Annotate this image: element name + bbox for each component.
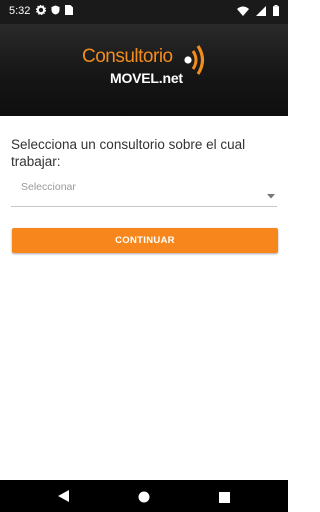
signal-icon bbox=[256, 5, 266, 19]
continue-button[interactable]: CONTINUAR bbox=[12, 228, 278, 253]
navigation-bar bbox=[0, 480, 288, 512]
logo-text-movel: MOVEL.net bbox=[110, 70, 183, 86]
home-icon[interactable] bbox=[138, 490, 150, 508]
status-bar: 5:32 bbox=[0, 0, 288, 24]
app-header: Consultorio MOVEL.net bbox=[0, 24, 288, 116]
gear-icon bbox=[35, 4, 47, 18]
dropdown-caret-icon bbox=[267, 186, 275, 204]
wifi-icon bbox=[237, 6, 249, 19]
shield-icon bbox=[51, 5, 60, 18]
logo-text-consultorio: Consultorio bbox=[82, 46, 173, 67]
sim-card-icon bbox=[65, 5, 73, 18]
battery-icon bbox=[273, 5, 279, 19]
recents-icon[interactable] bbox=[219, 490, 230, 508]
select-prompt: Selecciona un consultorio sobre el cual … bbox=[11, 137, 246, 169]
consultorio-movel-logo: Consultorio MOVEL.net bbox=[82, 44, 212, 102]
back-icon[interactable] bbox=[58, 489, 69, 507]
signal-waves-icon bbox=[184, 45, 205, 75]
select-value: Seleccionar bbox=[21, 181, 76, 193]
consultorio-select[interactable]: Seleccionar bbox=[11, 174, 277, 207]
status-time: 5:32 bbox=[9, 5, 31, 17]
continue-button-label: CONTINUAR bbox=[115, 235, 175, 246]
